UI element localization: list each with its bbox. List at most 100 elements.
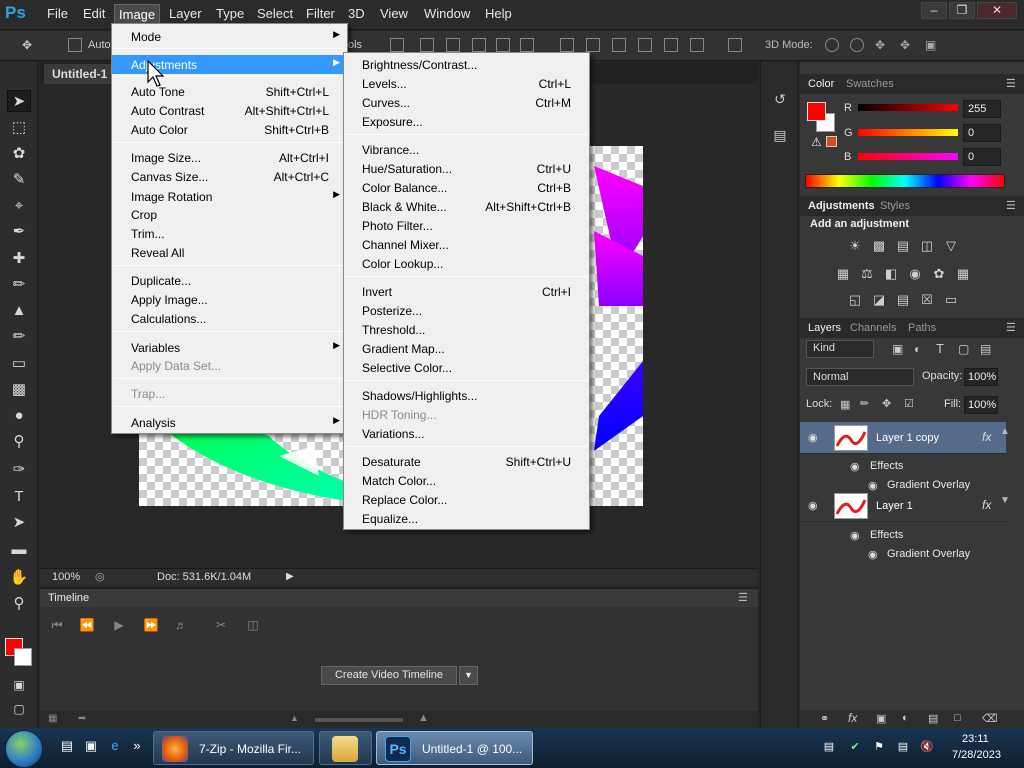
remote-desktop-icon[interactable]: ▣	[82, 738, 100, 756]
distribute-top-icon[interactable]	[560, 38, 574, 52]
color-panel-foreground-swatch[interactable]	[807, 102, 826, 121]
distribute-vcenter-icon[interactable]	[586, 38, 600, 52]
background-color-swatch[interactable]	[14, 648, 32, 666]
blue-channel-value[interactable]: 0	[963, 148, 1001, 166]
menu-item-apply-image[interactable]: Apply Image...	[112, 290, 347, 309]
taskbar-item-explorer[interactable]	[319, 731, 372, 765]
clock-time[interactable]: 23:11	[962, 733, 989, 745]
clock-date[interactable]: 7/28/2023	[952, 749, 1001, 761]
layer-name[interactable]: Layer 1	[876, 500, 913, 512]
menu-item-auto-contrast[interactable]: Auto Contrast Alt+Shift+Ctrl+L	[112, 101, 347, 120]
adjustment-filter-icon[interactable]: ◐	[914, 342, 921, 356]
3d-roll-icon[interactable]	[850, 38, 864, 52]
black-white-icon[interactable]: ◧	[882, 266, 900, 282]
submenu-item-channel-mixer[interactable]: Channel Mixer...	[344, 235, 589, 254]
restore-button[interactable]: ❒	[949, 2, 975, 19]
3d-scale-icon[interactable]: ▣	[925, 38, 939, 52]
tab-layers[interactable]: Layers	[808, 322, 841, 334]
submenu-item-threshold[interactable]: Threshold...	[344, 320, 589, 339]
menu-item-calculations[interactable]: Calculations...	[112, 309, 347, 328]
new-group-folder-icon[interactable]: ▤	[928, 712, 938, 725]
previous-frame-icon[interactable]: ⏪	[74, 614, 100, 636]
layer-effects-fx-icon[interactable]: fx	[982, 430, 991, 444]
distribute-hcenter-icon[interactable]	[664, 38, 678, 52]
blue-channel-slider[interactable]	[858, 153, 958, 160]
color-lookup-icon[interactable]: ▦	[954, 266, 972, 282]
curves-icon[interactable]: ▤	[894, 238, 912, 254]
menu-item-crop[interactable]: Crop	[112, 205, 347, 224]
marquee-tool-icon[interactable]: ⬚	[7, 117, 31, 139]
submenu-item-invert[interactable]: Invert Ctrl+I	[344, 282, 589, 301]
gradient-overlay-effect[interactable]: Gradient Overlay	[887, 548, 970, 560]
lock-all-icon[interactable]: ☑	[904, 397, 914, 410]
lasso-tool-icon[interactable]: ✿	[7, 143, 31, 165]
hand-tool-icon[interactable]: ✋	[7, 567, 31, 589]
move-tool-preset-icon[interactable]: ✥	[22, 38, 36, 52]
vibrance-icon[interactable]: ▽	[942, 238, 960, 254]
3d-pan-icon[interactable]: ✥	[875, 38, 889, 52]
3d-slide-icon[interactable]: ✥	[900, 38, 914, 52]
tab-styles[interactable]: Styles	[880, 200, 910, 212]
filter-kind-select[interactable]: Kind	[806, 340, 874, 358]
submenu-item-desaturate[interactable]: Desaturate Shift+Ctrl+U	[344, 452, 589, 471]
menu-item-variables[interactable]: Variables ▶	[112, 338, 347, 357]
menu-item-analysis[interactable]: Analysis ▶	[112, 413, 347, 432]
distribute-right-icon[interactable]	[690, 38, 704, 52]
gradient-map-icon[interactable]: ▭	[942, 292, 960, 308]
network-icon[interactable]: ▤	[896, 740, 910, 754]
pixel-filter-icon[interactable]: ▣	[892, 342, 903, 356]
effects-eye-icon[interactable]: ◉	[850, 460, 860, 473]
brightness-contrast-icon[interactable]: ☀	[846, 238, 864, 254]
clone-stamp-tool-icon[interactable]: ▲	[7, 300, 31, 322]
type-filter-icon[interactable]: T	[936, 341, 944, 356]
quick-mask-icon[interactable]: ▣	[7, 674, 31, 696]
lock-position-icon[interactable]: ✥	[882, 397, 891, 410]
tab-channels[interactable]: Channels	[850, 322, 896, 334]
submenu-item-vibrance[interactable]: Vibrance...	[344, 140, 589, 159]
convert-frames-icon[interactable]: ▦	[48, 713, 57, 724]
align-bottom-icon[interactable]	[446, 38, 460, 52]
history-panel-icon[interactable]: ↺	[769, 88, 791, 110]
move-tool-icon[interactable]: ➤	[7, 90, 31, 112]
dodge-tool-icon[interactable]: ⚲	[7, 431, 31, 453]
zoom-level[interactable]: 100%	[52, 571, 80, 583]
photo-filter-icon[interactable]: ◉	[906, 266, 924, 282]
submenu-item-color-lookup[interactable]: Color Lookup...	[344, 254, 589, 273]
submenu-item-exposure[interactable]: Exposure...	[344, 112, 589, 131]
status-menu-arrow-icon[interactable]: ▶	[286, 571, 294, 582]
submenu-item-posterize[interactable]: Posterize...	[344, 301, 589, 320]
taskbar-item-photoshop[interactable]: Ps Untitled-1 @ 100...	[376, 731, 533, 765]
submenu-item-equalize[interactable]: Equalize...	[344, 509, 589, 528]
menu-help[interactable]: Help	[482, 6, 515, 21]
volume-muted-icon[interactable]: 🔇	[920, 740, 934, 754]
status-info-icon[interactable]: ◎	[95, 570, 105, 583]
link-layers-icon[interactable]: ⚭	[820, 712, 829, 725]
shape-filter-icon[interactable]: ▢	[958, 342, 969, 356]
brush-tool-icon[interactable]: ✏	[7, 274, 31, 296]
submenu-item-black-white[interactable]: Black & White... Alt+Shift+Ctrl+B	[344, 197, 589, 216]
adjustments-panel-menu-icon[interactable]: ☰	[1006, 199, 1016, 212]
timeline-menu-icon[interactable]: ☰	[738, 591, 748, 604]
color-spectrum-ramp[interactable]	[805, 174, 1005, 188]
effects-eye-icon[interactable]: ◉	[850, 529, 860, 542]
submenu-item-color-balance[interactable]: Color Balance... Ctrl+B	[344, 178, 589, 197]
quick-launch-more-icon[interactable]: »	[128, 738, 146, 756]
tray-device-icon[interactable]: ▤	[822, 740, 836, 754]
opacity-field[interactable]: 100%	[964, 368, 998, 386]
layer-name[interactable]: Layer 1 copy	[876, 432, 939, 444]
menu-item-canvas-size[interactable]: Canvas Size... Alt+Ctrl+C	[112, 167, 347, 186]
render-icon[interactable]: ➦	[78, 713, 86, 724]
start-button[interactable]	[5, 730, 43, 768]
tray-security-icon[interactable]: ✔	[848, 740, 862, 754]
submenu-item-selective-color[interactable]: Selective Color...	[344, 358, 589, 377]
action-center-flag-icon[interactable]: ⚑	[872, 740, 886, 754]
menu-item-reveal-all[interactable]: Reveal All	[112, 243, 347, 262]
auto-select-checkbox[interactable]	[68, 38, 82, 52]
selective-color-icon[interactable]: ☒	[918, 292, 936, 308]
zoom-in-timeline-icon[interactable]: ▲	[418, 712, 429, 724]
crop-tool-icon[interactable]: ⌖	[7, 195, 31, 217]
lock-transparent-icon[interactable]: ▦	[840, 398, 850, 411]
menu-edit[interactable]: Edit	[80, 6, 108, 21]
audio-icon[interactable]: ♬	[168, 614, 194, 636]
align-right-icon[interactable]	[520, 38, 534, 52]
